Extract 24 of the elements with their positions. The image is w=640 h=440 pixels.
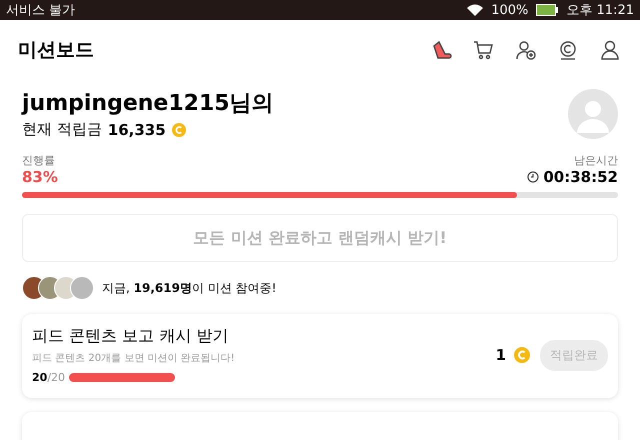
- mission-description: 피드 콘텐츠 20개를 보면 미션이 완료됩니다!: [32, 352, 236, 365]
- bonus-button[interactable]: 모든 미션 완료하고 랜덤캐시 받기!: [22, 214, 618, 262]
- user-name: jumpingene1215님의: [22, 90, 274, 118]
- participant-photo: [70, 276, 94, 300]
- wifi-icon: [467, 4, 484, 16]
- reward-amount: 1: [496, 346, 506, 364]
- balance-value: 16,335: [108, 120, 166, 138]
- carrier-text: 서비스 불가: [6, 2, 76, 19]
- clock-text: 오후 11:21: [566, 2, 634, 19]
- progress-percent: 83%: [22, 168, 58, 186]
- coin-icon: [514, 347, 530, 363]
- mission-title: 피드 콘텐츠 보고 캐시 받기: [32, 326, 230, 347]
- time-left: 00:38:52: [543, 168, 618, 186]
- participants-text: 지금, 19,619명 이 미션 참여중!: [102, 280, 276, 296]
- battery-icon: [536, 4, 558, 16]
- progress-label: 진행률: [22, 153, 56, 168]
- avatar-placeholder: [568, 88, 618, 138]
- mission-count: 20/20: [32, 371, 66, 384]
- time-left-label: 남은시간: [573, 153, 618, 168]
- battery-percent: 100%: [491, 2, 528, 18]
- clock-icon: [527, 171, 540, 183]
- coin-icon: [172, 122, 186, 136]
- page-title: 미션보드: [18, 38, 95, 63]
- balance-label: 현재 적립금: [22, 120, 102, 139]
